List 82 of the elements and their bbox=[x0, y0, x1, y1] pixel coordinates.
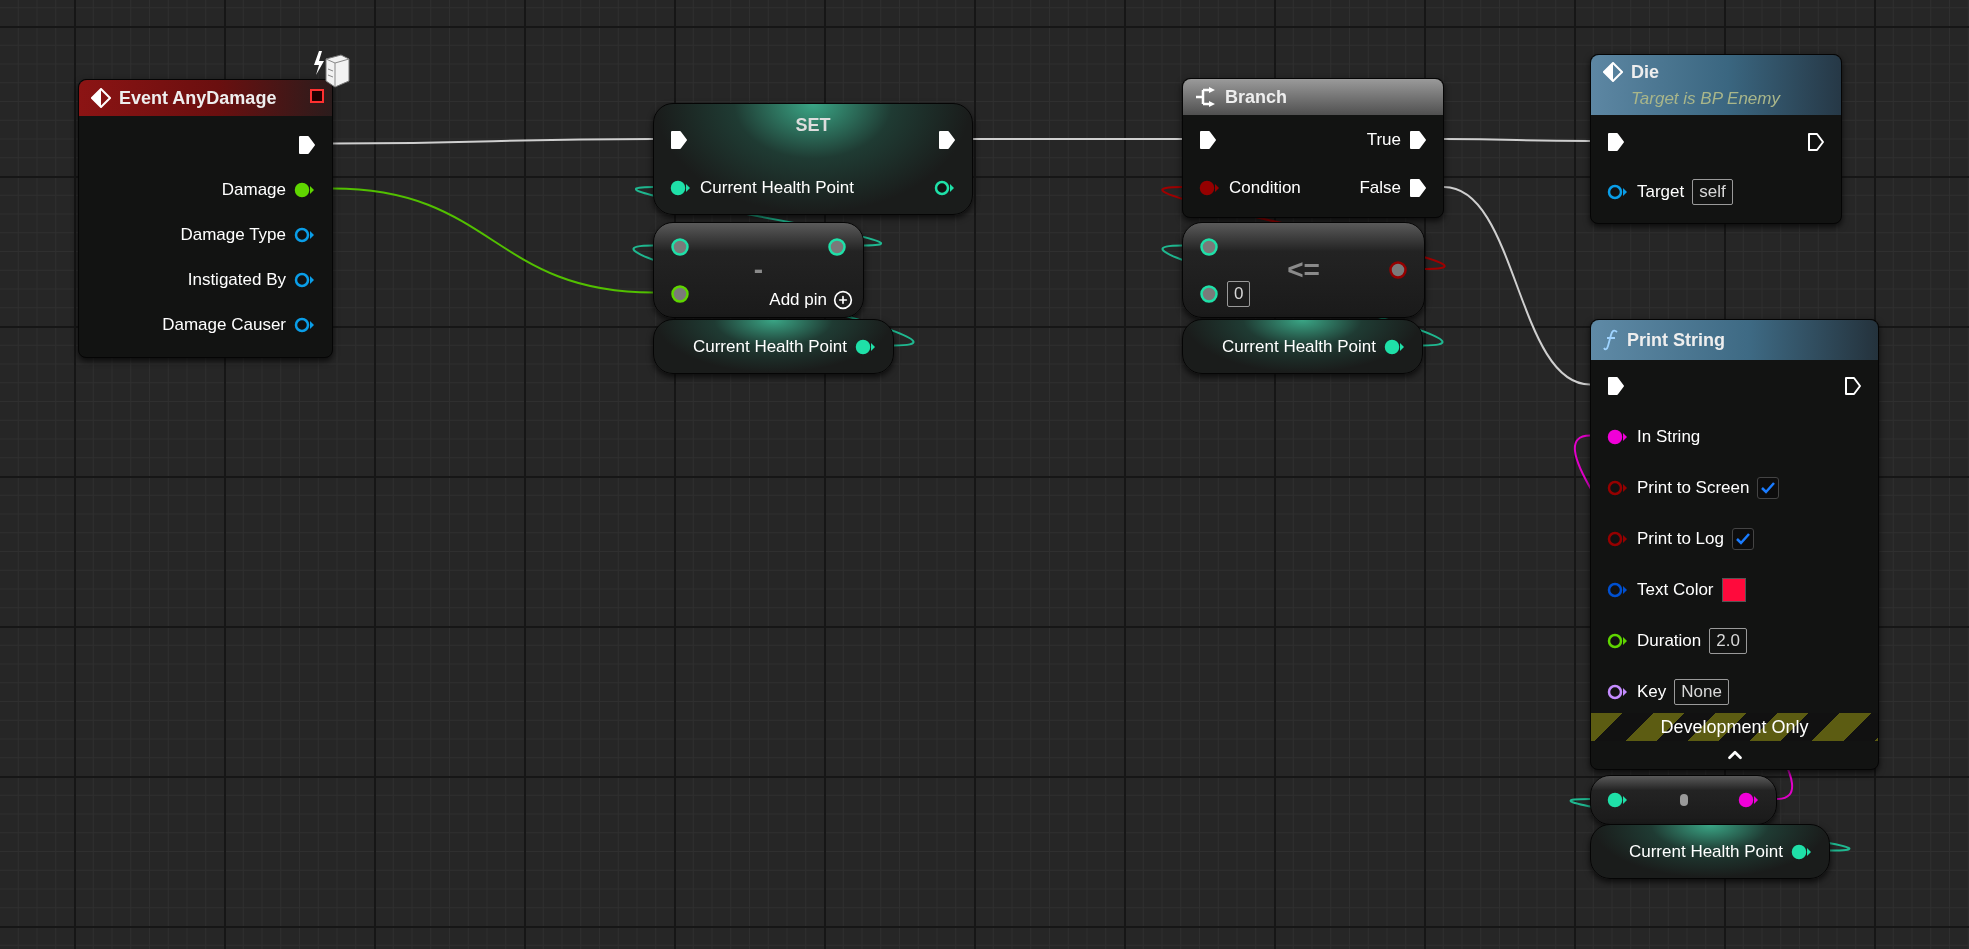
pin-icon[interactable] bbox=[1607, 183, 1629, 201]
plus-icon bbox=[833, 289, 853, 310]
pin-icon[interactable] bbox=[1607, 427, 1629, 446]
node-title: Die bbox=[1631, 60, 1659, 84]
node-title: Event AnyDamage bbox=[119, 86, 277, 110]
exec-pin-icon[interactable] bbox=[938, 130, 956, 150]
exec-pin-icon[interactable] bbox=[1807, 132, 1825, 152]
value-field[interactable]: 2.0 bbox=[1709, 627, 1747, 654]
pin-label: Current Health Point bbox=[700, 177, 855, 200]
diamond-event-icon bbox=[91, 88, 111, 108]
variable-node[interactable]: Current Health Point bbox=[653, 319, 894, 374]
pin-label: Current Health Point bbox=[1221, 335, 1376, 358]
pin-icon[interactable] bbox=[1607, 631, 1629, 650]
pin-label: Damage Type bbox=[180, 223, 286, 246]
value-field[interactable]: None bbox=[1674, 678, 1729, 705]
pin-label: Damage Causer bbox=[162, 313, 286, 336]
node-subtitle: Target is BP Enemy bbox=[1630, 87, 1782, 110]
pin-icon[interactable] bbox=[1791, 842, 1813, 861]
pin-icon[interactable] bbox=[1607, 791, 1629, 809]
pin-icon[interactable] bbox=[934, 179, 956, 197]
pin-label: Instigated By bbox=[187, 268, 286, 291]
pin-label: Condition bbox=[1229, 177, 1301, 200]
color-swatch[interactable] bbox=[1721, 577, 1746, 602]
exec-pin-icon[interactable] bbox=[1607, 132, 1625, 152]
variable-node[interactable]: Current Health Point bbox=[1590, 824, 1830, 879]
node-title: SET bbox=[794, 114, 832, 137]
pin-label: True bbox=[1366, 129, 1401, 152]
variable-node[interactable]: Current Health Point bbox=[1182, 319, 1423, 374]
exec-pin-icon[interactable] bbox=[1409, 178, 1427, 198]
pin-icon[interactable] bbox=[294, 225, 316, 244]
lightning-server-icon bbox=[311, 49, 351, 89]
pin-icon[interactable] bbox=[670, 179, 692, 197]
pin-icon[interactable] bbox=[294, 315, 316, 334]
pin-icon[interactable] bbox=[1384, 337, 1406, 356]
operator-symbol: <= bbox=[1287, 253, 1320, 287]
pin-label: Current Health Point bbox=[692, 335, 847, 358]
function-icon bbox=[1603, 329, 1619, 351]
pin-icon[interactable] bbox=[294, 270, 316, 289]
pin-label: False bbox=[1359, 177, 1401, 200]
pin-icon[interactable] bbox=[1738, 791, 1760, 809]
blueprint-node[interactable]: - Add pin bbox=[653, 222, 864, 318]
node-title: Print String bbox=[1627, 328, 1725, 352]
pin-icon[interactable] bbox=[294, 180, 316, 199]
checkbox[interactable] bbox=[1757, 476, 1780, 499]
exec-pin-icon[interactable] bbox=[298, 134, 316, 155]
blueprint-node[interactable]: Print String In String Print to Screen Print to Log Text Color Duration 2.0 Key None Development Only bbox=[1590, 319, 1879, 770]
pin-icon[interactable] bbox=[670, 283, 690, 304]
exec-pin-icon[interactable] bbox=[670, 130, 688, 150]
diamond-event-icon bbox=[1603, 62, 1623, 83]
development-only-banner: Development Only bbox=[1591, 713, 1878, 741]
blueprint-node[interactable]: SET Current Health Point bbox=[653, 103, 973, 215]
value-field[interactable]: 0 bbox=[1227, 280, 1251, 307]
node-title: Branch bbox=[1225, 85, 1287, 109]
checkbox[interactable] bbox=[1731, 527, 1754, 550]
pin-label: Print to Log bbox=[1637, 527, 1724, 550]
blueprint-node[interactable]: <= 0 bbox=[1182, 222, 1425, 318]
graph-canvas[interactable] bbox=[0, 0, 1969, 949]
value-field[interactable]: self bbox=[1692, 179, 1733, 205]
checkmark-icon bbox=[1734, 531, 1751, 546]
pin-label: Text Color bbox=[1637, 578, 1714, 601]
exec-pin-icon[interactable] bbox=[1844, 375, 1862, 396]
pin-label: Damage bbox=[221, 178, 286, 201]
add-pin-button[interactable]: Add pin bbox=[769, 286, 853, 313]
pin-label: In String bbox=[1637, 425, 1701, 448]
blueprint-node[interactable]: Die Target is BP Enemy Target self bbox=[1590, 54, 1842, 224]
checkmark-icon bbox=[1760, 480, 1777, 495]
exec-pin-icon[interactable] bbox=[1199, 130, 1217, 150]
pin-icon[interactable] bbox=[855, 337, 877, 356]
blueprint-node[interactable] bbox=[1590, 775, 1777, 825]
exec-pin-icon[interactable] bbox=[1607, 375, 1625, 396]
pin-icon[interactable] bbox=[1607, 682, 1629, 701]
blueprint-node[interactable]: Event AnyDamage Damage Damage Type Instigated By Damage Causer bbox=[78, 79, 333, 358]
operator-symbol: - bbox=[753, 253, 764, 287]
pin-label: Duration bbox=[1637, 629, 1702, 652]
replication-square-icon bbox=[310, 89, 324, 103]
pin-label: Print to Screen bbox=[1637, 476, 1750, 499]
branch-icon bbox=[1195, 87, 1217, 107]
exec-pin-icon[interactable] bbox=[1409, 130, 1427, 150]
pin-label: Key bbox=[1637, 680, 1667, 703]
blueprint-node[interactable]: Branch Condition True False bbox=[1182, 78, 1444, 218]
pin-label: Target bbox=[1637, 181, 1685, 204]
pin-label: Current Health Point bbox=[1628, 840, 1783, 863]
